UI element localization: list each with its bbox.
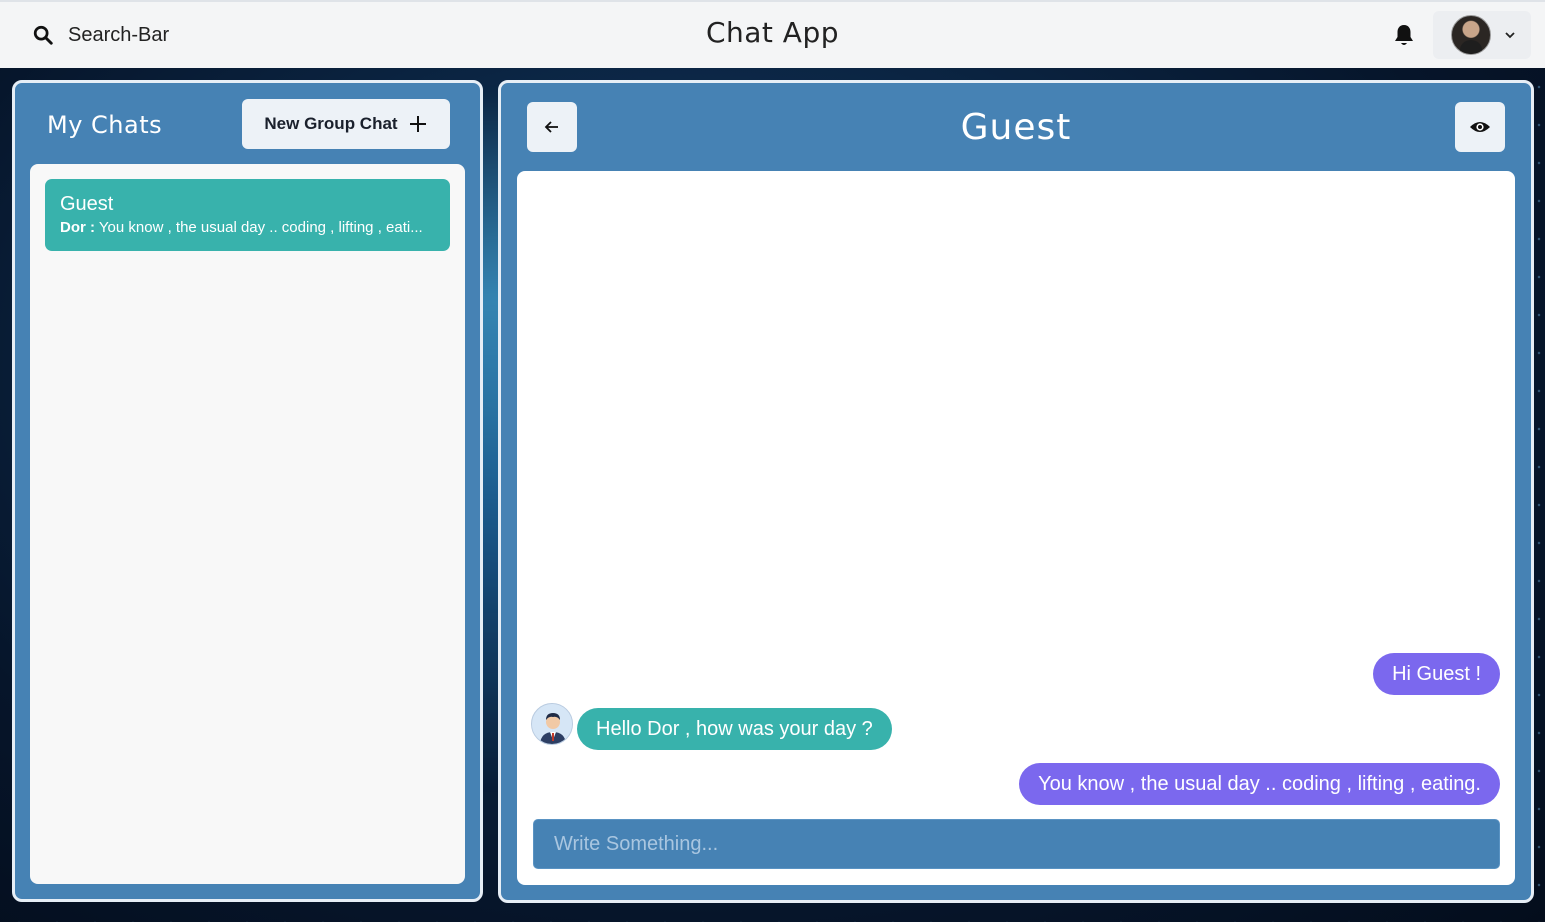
chat-item-sender: Dor : xyxy=(60,219,95,236)
chat-list: Guest Dor : You know , the usual day .. … xyxy=(30,164,465,884)
conversation-panel: Guest Hi Guest ! Hello Dor , how was you… xyxy=(498,80,1534,903)
top-bar: Search-Bar Chat App xyxy=(0,0,1545,68)
chat-list-item[interactable]: Guest Dor : You know , the usual day .. … xyxy=(45,179,450,251)
app-title: Chat App xyxy=(705,16,840,49)
sender-avatar xyxy=(531,703,573,745)
search-icon xyxy=(33,25,53,45)
profile-menu-button[interactable] xyxy=(1433,11,1531,59)
eye-icon xyxy=(1470,122,1490,132)
search-label: Search-Bar xyxy=(68,23,170,46)
plus-icon xyxy=(409,116,426,132)
message-input[interactable] xyxy=(533,819,1500,869)
message-bubble-incoming: Hello Dor , how was your day ? xyxy=(577,708,892,750)
chat-item-preview: Dor : You know , the usual day .. coding… xyxy=(60,219,435,236)
chevron-down-icon xyxy=(1505,32,1515,39)
message-bubble-outgoing: Hi Guest ! xyxy=(1373,653,1500,695)
bell-icon xyxy=(1395,25,1413,45)
new-group-chat-label: New Group Chat xyxy=(264,114,398,133)
chat-item-name: Guest xyxy=(60,193,114,215)
view-profile-button[interactable] xyxy=(1455,102,1505,152)
chats-panel: My Chats New Group Chat Guest Dor : You … xyxy=(12,80,483,902)
chats-title: My Chats xyxy=(47,111,163,139)
conversation-title: Guest xyxy=(960,107,1072,148)
chats-header: My Chats New Group Chat xyxy=(15,99,480,151)
search-button[interactable]: Search-Bar xyxy=(20,16,181,55)
user-avatar-icon xyxy=(532,704,572,744)
messages-area: Hi Guest ! Hello Dor , how was your day … xyxy=(517,171,1515,885)
new-group-chat-button[interactable]: New Group Chat xyxy=(242,99,450,149)
avatar xyxy=(1451,15,1491,55)
message-bubble-outgoing: You know , the usual day .. coding , lif… xyxy=(1019,763,1500,805)
notifications-button[interactable] xyxy=(1389,20,1419,50)
chat-item-last-message: You know , the usual day .. coding , lif… xyxy=(98,219,423,236)
